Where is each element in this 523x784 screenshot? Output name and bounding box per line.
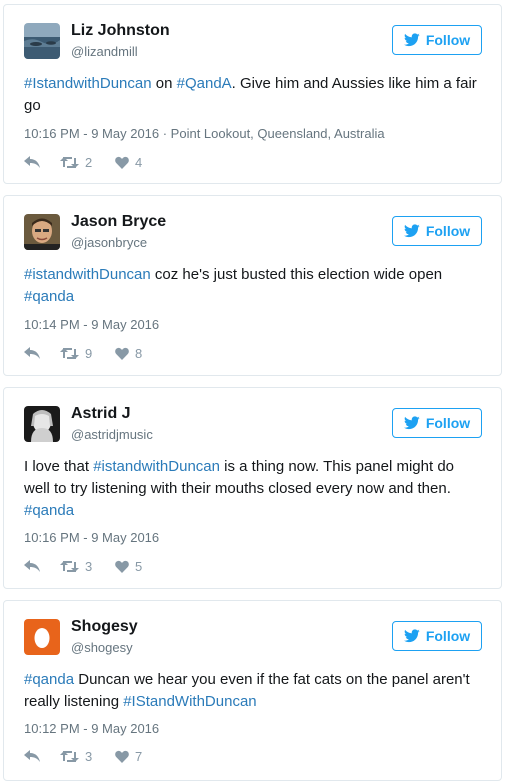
tweet-timestamp[interactable]: 10:12 PM - 9 May 2016 — [24, 721, 159, 736]
hashtag-link[interactable]: #qanda — [24, 288, 74, 305]
display-name[interactable]: Jason Bryce — [71, 213, 166, 231]
avatar[interactable] — [24, 406, 60, 442]
like-button[interactable]: 5 — [115, 559, 142, 574]
tweet-actions: 2 4 — [24, 153, 142, 171]
reply-icon — [24, 346, 40, 359]
heart-icon — [115, 156, 129, 169]
heart-icon — [115, 560, 129, 573]
tweet-card: Shogesy @shogesy Follow #qanda Duncan we… — [3, 600, 502, 781]
retweet-button[interactable]: 3 — [60, 749, 115, 764]
hashtag-link[interactable]: #IstandwithDuncan — [24, 75, 152, 92]
reply-button[interactable] — [24, 749, 60, 763]
tweet-card: Jason Bryce @jasonbryce Follow #istandwi… — [3, 195, 502, 376]
user-handle[interactable]: @lizandmill — [71, 44, 138, 59]
follow-label: Follow — [425, 223, 471, 239]
follow-button[interactable]: Follow — [392, 621, 482, 651]
like-count: 4 — [135, 154, 143, 170]
tweet-text-segment: coz he's just busted this election wide … — [150, 266, 443, 283]
hashtag-link[interactable]: #IStandWithDuncan — [123, 693, 256, 710]
reply-icon — [24, 749, 40, 762]
follow-label: Follow — [425, 415, 471, 431]
hashtag-link[interactable]: #QandA — [177, 75, 232, 92]
retweet-button[interactable]: 9 — [60, 346, 115, 361]
tweet-card: Astrid J @astridjmusic Follow I love tha… — [3, 387, 502, 589]
retweet-count: 3 — [85, 748, 93, 764]
follow-button[interactable]: Follow — [392, 216, 482, 246]
like-button[interactable]: 7 — [115, 749, 142, 764]
twitter-bird-icon — [403, 33, 420, 47]
tweet-actions: 9 8 — [24, 344, 142, 362]
display-name[interactable]: Liz Johnston — [71, 22, 170, 40]
follow-button[interactable]: Follow — [392, 408, 482, 438]
hashtag-link[interactable]: #qanda — [24, 671, 74, 688]
heart-icon — [115, 347, 129, 360]
tweet-text-segment: on — [151, 75, 177, 92]
tweet-text: I love that #istandwithDuncan is a thing… — [24, 456, 481, 522]
like-count: 7 — [135, 748, 143, 764]
tweet-timestamp[interactable]: 10:14 PM - 9 May 2016 — [24, 317, 159, 332]
display-name[interactable]: Astrid J — [71, 405, 131, 423]
retweet-count: 9 — [85, 345, 93, 361]
tweet-actions: 3 7 — [24, 747, 142, 765]
tweet-text-segment: I love that — [24, 458, 94, 475]
tweet-text: #qanda Duncan we hear you even if the fa… — [24, 669, 481, 713]
user-handle[interactable]: @jasonbryce — [71, 235, 147, 250]
tweet-text: #istandwithDuncan coz he's just busted t… — [24, 264, 481, 308]
reply-button[interactable] — [24, 155, 60, 169]
tweet-actions: 3 5 — [24, 557, 142, 575]
retweet-count: 2 — [85, 154, 93, 170]
avatar[interactable] — [24, 23, 60, 59]
tweet-timestamp[interactable]: 10:16 PM - 9 May 2016 · Point Lookout, Q… — [24, 126, 385, 141]
user-handle[interactable]: @astridjmusic — [71, 427, 153, 442]
tweet-timestamp[interactable]: 10:16 PM - 9 May 2016 — [24, 530, 159, 545]
like-count: 8 — [135, 345, 143, 361]
twitter-bird-icon — [403, 629, 420, 643]
retweet-count: 3 — [85, 558, 93, 574]
tweet-card: Liz Johnston @lizandmill Follow #Istandw… — [3, 4, 502, 184]
reply-button[interactable] — [24, 346, 60, 360]
hashtag-link[interactable]: #istandwithDuncan — [24, 266, 151, 283]
user-handle[interactable]: @shogesy — [71, 640, 133, 655]
like-count: 5 — [135, 558, 143, 574]
retweet-icon — [60, 750, 79, 762]
reply-button[interactable] — [24, 559, 60, 573]
twitter-bird-icon — [403, 416, 420, 430]
retweet-button[interactable]: 3 — [60, 559, 115, 574]
retweet-button[interactable]: 2 — [60, 155, 115, 170]
tweet-text: #IstandwithDuncan on #QandA. Give him an… — [24, 73, 481, 117]
avatar[interactable] — [24, 619, 60, 655]
display-name[interactable]: Shogesy — [71, 618, 138, 636]
follow-label: Follow — [425, 32, 471, 48]
hashtag-link[interactable]: #qanda — [24, 502, 74, 519]
avatar[interactable] — [24, 214, 60, 250]
retweet-icon — [60, 347, 79, 359]
retweet-icon — [60, 560, 79, 572]
hashtag-link[interactable]: #istandwithDuncan — [93, 458, 220, 475]
twitter-bird-icon — [403, 224, 420, 238]
like-button[interactable]: 8 — [115, 346, 142, 361]
retweet-icon — [60, 156, 79, 168]
reply-icon — [24, 155, 40, 168]
follow-button[interactable]: Follow — [392, 25, 482, 55]
heart-icon — [115, 750, 129, 763]
follow-label: Follow — [425, 628, 471, 644]
like-button[interactable]: 4 — [115, 155, 142, 170]
reply-icon — [24, 559, 40, 572]
